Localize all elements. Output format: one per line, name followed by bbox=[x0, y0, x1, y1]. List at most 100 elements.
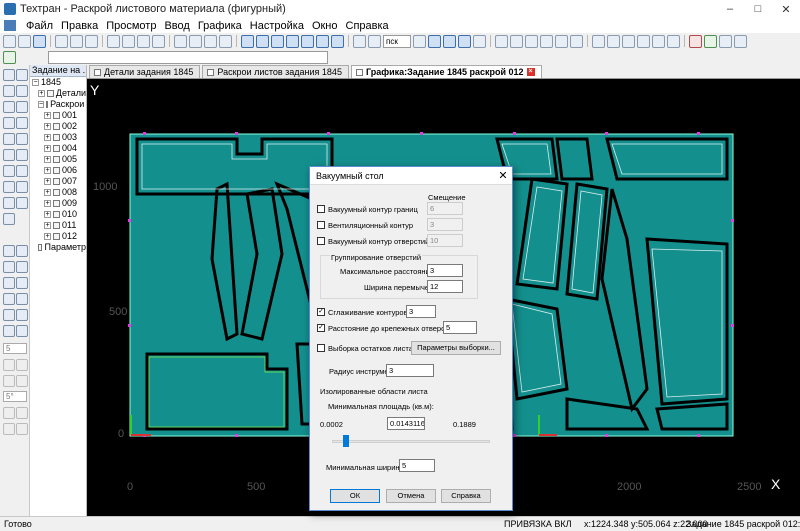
expand-icon[interactable]: + bbox=[44, 112, 51, 119]
min-width-field[interactable]: 5 bbox=[399, 459, 435, 472]
align-tool-icon[interactable] bbox=[3, 325, 15, 337]
zoom-out-icon[interactable] bbox=[607, 34, 620, 48]
move-tool-icon[interactable] bbox=[3, 277, 15, 289]
vent-contour-checkbox[interactable] bbox=[317, 221, 325, 229]
mirror-tool-icon[interactable] bbox=[3, 293, 15, 305]
expand-icon[interactable]: + bbox=[44, 134, 51, 141]
menu-edit[interactable]: Правка bbox=[57, 20, 102, 32]
dialog-close-icon[interactable]: ✕ bbox=[494, 169, 512, 182]
layers-icon[interactable] bbox=[204, 34, 217, 48]
menu-input[interactable]: Ввод bbox=[160, 20, 193, 32]
cut-icon[interactable] bbox=[55, 34, 68, 48]
rotate-tool-icon[interactable] bbox=[3, 309, 15, 321]
tree-details[interactable]: + Детали bbox=[30, 88, 86, 99]
menu-help[interactable]: Справка bbox=[342, 20, 393, 32]
group-tool-icon[interactable] bbox=[3, 261, 15, 273]
copy-tool-icon[interactable] bbox=[16, 277, 28, 289]
point-tool-icon[interactable] bbox=[16, 69, 28, 81]
tree-item[interactable]: +007 bbox=[30, 176, 86, 187]
dropdown-icon[interactable] bbox=[734, 34, 747, 48]
scale-tool-icon[interactable] bbox=[16, 293, 28, 305]
tab-job-details[interactable]: Детали задания 1845 bbox=[89, 65, 201, 78]
tree-item[interactable]: +011 bbox=[30, 220, 86, 231]
tab-sheet-cuts[interactable]: Раскрои листов задания 1845 bbox=[202, 65, 349, 78]
view-bottom-icon[interactable] bbox=[316, 34, 329, 48]
new-file-icon[interactable] bbox=[3, 34, 16, 48]
expand-icon[interactable]: + bbox=[44, 156, 51, 163]
ok-button[interactable]: ОК bbox=[330, 489, 380, 503]
contour-tool-icon[interactable] bbox=[3, 181, 15, 193]
shape-red-icon[interactable] bbox=[689, 34, 702, 48]
arrow-tool-icon[interactable] bbox=[3, 69, 15, 81]
help-button[interactable]: Справка bbox=[441, 489, 491, 503]
align-top-icon[interactable] bbox=[473, 34, 486, 48]
align-left-icon[interactable] bbox=[428, 34, 441, 48]
tree-item[interactable]: +004 bbox=[30, 143, 86, 154]
tree-item[interactable]: +001 bbox=[30, 110, 86, 121]
tool-radius-field[interactable]: 3 bbox=[386, 364, 434, 377]
align-center-icon[interactable] bbox=[443, 34, 456, 48]
zoom-in-icon[interactable] bbox=[592, 34, 605, 48]
arrow-right-icon[interactable] bbox=[16, 359, 28, 371]
view-back-icon[interactable] bbox=[301, 34, 314, 48]
ungroup-tool-icon[interactable] bbox=[16, 261, 28, 273]
line-tool-icon[interactable] bbox=[3, 85, 15, 97]
vac-border-offset[interactable]: 6 bbox=[427, 202, 463, 215]
menu-file[interactable]: Файл bbox=[22, 20, 57, 32]
tree-panel-tab[interactable]: Задание на ... bbox=[30, 65, 86, 77]
fill-tool-icon[interactable] bbox=[16, 245, 28, 257]
bridge-width-field[interactable]: 12 bbox=[427, 280, 463, 293]
align-right-icon[interactable] bbox=[458, 34, 471, 48]
tree-root[interactable]: − 1845 bbox=[30, 77, 86, 88]
chamfer-tool-icon[interactable] bbox=[16, 149, 28, 161]
arrow-up-icon[interactable] bbox=[3, 375, 15, 387]
prev-icon[interactable] bbox=[510, 34, 523, 48]
print-icon[interactable] bbox=[107, 34, 120, 48]
expand-icon[interactable]: + bbox=[38, 90, 45, 97]
menu-graphics[interactable]: Графика bbox=[194, 20, 246, 32]
view-side-icon[interactable] bbox=[271, 34, 284, 48]
document-menu-icon[interactable] bbox=[4, 20, 16, 31]
tree-cuts[interactable]: − Раскрои л bbox=[30, 99, 86, 110]
run-icon[interactable] bbox=[3, 50, 16, 64]
polyline-tool-icon[interactable] bbox=[16, 85, 28, 97]
shape-green-icon[interactable] bbox=[704, 34, 717, 48]
tree-params[interactable]: Параметр bbox=[30, 242, 86, 253]
view-top-icon[interactable] bbox=[256, 34, 269, 48]
dimension-tool-icon[interactable] bbox=[16, 197, 28, 209]
curve-tool-icon[interactable] bbox=[16, 133, 28, 145]
rect-tool-icon[interactable] bbox=[3, 117, 15, 129]
expand-icon[interactable]: + bbox=[44, 211, 51, 218]
open-folder-icon[interactable] bbox=[18, 34, 31, 48]
tree-item[interactable]: +012 bbox=[30, 231, 86, 242]
view-iso-icon[interactable] bbox=[286, 34, 299, 48]
vac-border-checkbox[interactable] bbox=[317, 205, 325, 213]
expand-icon[interactable]: + bbox=[44, 123, 51, 130]
arc-tool-icon[interactable] bbox=[16, 101, 28, 113]
menu-settings[interactable]: Настройка bbox=[246, 20, 308, 32]
axis-icon[interactable] bbox=[368, 34, 381, 48]
vent-contour-offset[interactable]: 3 bbox=[427, 218, 463, 231]
first-icon[interactable] bbox=[495, 34, 508, 48]
pencil-icon[interactable] bbox=[219, 34, 232, 48]
expand-icon[interactable]: + bbox=[44, 178, 51, 185]
cancel-button[interactable]: Отмена bbox=[386, 489, 436, 503]
remnants-checkbox[interactable] bbox=[317, 344, 325, 352]
vac-holes-checkbox[interactable] bbox=[317, 237, 325, 245]
close-tab-icon[interactable]: × bbox=[526, 68, 535, 76]
expand-icon[interactable]: + bbox=[44, 222, 51, 229]
units-combo[interactable]: пск bbox=[383, 34, 411, 48]
fasten-distance-checkbox[interactable]: ✓ bbox=[317, 324, 325, 332]
save-icon[interactable] bbox=[33, 34, 46, 48]
rotate-icon[interactable] bbox=[667, 34, 680, 48]
preview-icon[interactable] bbox=[122, 34, 135, 48]
array-tool-icon[interactable] bbox=[16, 309, 28, 321]
min-area-slider-thumb[interactable] bbox=[343, 435, 350, 447]
flip-v-icon[interactable] bbox=[16, 423, 28, 435]
properties-icon[interactable] bbox=[189, 34, 202, 48]
distribute-tool-icon[interactable] bbox=[16, 325, 28, 337]
minimize-button[interactable]: – bbox=[716, 0, 744, 18]
expand-icon[interactable]: + bbox=[44, 145, 51, 152]
step-field[interactable]: 5 bbox=[3, 343, 27, 354]
table-icon[interactable] bbox=[719, 34, 732, 48]
